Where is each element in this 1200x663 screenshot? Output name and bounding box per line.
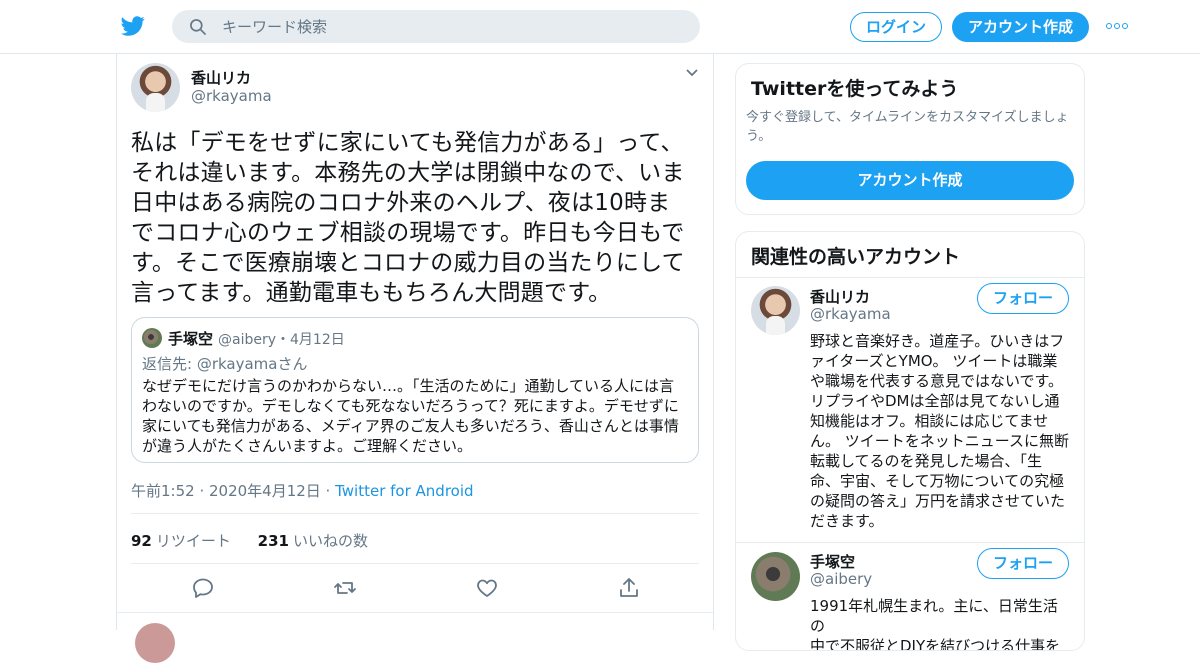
divider bbox=[131, 513, 699, 514]
tweet-actions bbox=[131, 576, 699, 602]
bio-line: 野球と音楽好き。道産子。ひいきはフ bbox=[810, 332, 1065, 350]
tweet-text-line: 私は「デモをせずに家にいても発信力がある」って、 bbox=[131, 130, 684, 156]
more-dots-icon[interactable] bbox=[1106, 18, 1130, 34]
bio-line: リプライやDMは全部は見てないし通 bbox=[810, 392, 1060, 410]
retweet-label: リツイート bbox=[155, 532, 231, 550]
search-input[interactable] bbox=[222, 10, 682, 43]
tweet-column: 香山リカ @rkayama 私は「デモをせずに家にいても発信力がある」って、 そ… bbox=[116, 54, 714, 663]
author-name[interactable]: 香山リカ bbox=[191, 67, 251, 88]
quoted-text: なぜデモにだけ言うのかわからない…。「生活のために」通勤している人には言 わない… bbox=[142, 376, 690, 456]
related-account-tezuka[interactable]: 手塚空 @aibery フォロー 1991年札幌生まれ。主に、日常生活の 中で不… bbox=[736, 543, 1084, 651]
author-handle[interactable]: @rkayama bbox=[191, 87, 272, 105]
like-label: いいねの数 bbox=[292, 532, 368, 550]
avatar[interactable] bbox=[131, 63, 180, 112]
quoted-handle-date: @aibery・4月12日 bbox=[218, 332, 345, 348]
bio-line: ァイターズとYMO。 ツイートは職業 bbox=[810, 352, 1058, 370]
tweet-text-line: でコロナ心のウェブ相談の現場です。昨日も今日もで bbox=[131, 220, 685, 246]
account-bio: 1991年札幌生まれ。主に、日常生活の 中で不服従とDIYを結びつける仕事を bbox=[810, 596, 1072, 651]
bio-line: だきます。 bbox=[810, 512, 884, 530]
quoted-text-line: わないのですか。デモしなくても死なないだろうって？死にますよ。デモせずに bbox=[142, 397, 679, 415]
tweet-text-line: 言ってます。通勤電車ももちろん大問題です。 bbox=[131, 280, 612, 306]
next-tweet-avatar bbox=[135, 623, 175, 663]
quoted-text-line: が違う人がたくさんいますよ。ご理解ください。 bbox=[142, 437, 473, 455]
twitter-bird-icon[interactable] bbox=[120, 14, 146, 38]
share-icon[interactable] bbox=[617, 576, 641, 600]
quoted-text-line: なぜデモにだけ言うのかわからない…。「生活のために」通勤している人には言 bbox=[142, 377, 675, 395]
quoted-avatar bbox=[142, 328, 162, 348]
like-stat[interactable]: 231 いいねの数 bbox=[258, 532, 368, 550]
follow-button[interactable]: フォロー bbox=[977, 548, 1069, 579]
reply-prefix: 返信先: bbox=[142, 355, 197, 373]
bio-line: の疑問の答え」万円を請求させていた bbox=[810, 492, 1066, 510]
tweet-metadata: 午前1:52 · 2020年4月12日 · Twitter for Androi… bbox=[131, 480, 474, 501]
signup-card-description: 今すぐ登録して、タイムラインをカスタマイズしましょ う。 bbox=[746, 108, 1078, 146]
signup-card-description-line: 今すぐ登録して、タイムラインをカスタマイズしましょ bbox=[746, 110, 1069, 125]
search-box[interactable] bbox=[172, 10, 700, 43]
related-account-kayama[interactable]: 香山リカ @rkayama フォロー 野球と音楽好き。道産子。ひいきはフ ァイタ… bbox=[736, 278, 1084, 543]
account-name[interactable]: 手塚空 bbox=[810, 551, 855, 572]
search-icon bbox=[190, 19, 206, 35]
related-accounts-card: 関連性の高いアカウント 香山リカ @rkayama フォロー 野球と音楽好き。道… bbox=[735, 231, 1085, 651]
quoted-text-line: 家にいても発信力がある、メディア界のご友人も多いだろう、香山さんとは事情 bbox=[142, 417, 679, 435]
bio-line: 転載してるのを発見した場合、「生 bbox=[810, 452, 1043, 470]
account-name[interactable]: 香山リカ bbox=[810, 286, 870, 307]
login-button[interactable]: ログイン bbox=[850, 12, 942, 42]
reply-to-handle[interactable]: @rkayamaさん bbox=[197, 355, 308, 373]
signup-card-button[interactable]: アカウント作成 bbox=[746, 161, 1074, 200]
tweet-text-line: それは違います。本務先の大学は閉鎖中なので、いま bbox=[131, 160, 685, 186]
signup-card: Twitterを使ってみよう 今すぐ登録して、タイムラインをカスタマイズしましょ… bbox=[735, 63, 1085, 215]
bio-line: ん。 ツイートをネットニュースに無断 bbox=[810, 432, 1070, 450]
signup-card-title: Twitterを使ってみよう bbox=[751, 78, 959, 100]
tweet-timestamp[interactable]: 午前1:52 · 2020年4月12日 · bbox=[131, 482, 335, 500]
tweet-text: 私は「デモをせずに家にいても発信力がある」って、 それは違います。本務先の大学は… bbox=[131, 128, 701, 308]
tweet-text-line: す。そこで医療崩壊とコロナの威力目の当たりにして bbox=[131, 250, 685, 276]
quoted-author-name: 手塚空 bbox=[168, 330, 214, 348]
next-tweet[interactable] bbox=[117, 612, 713, 663]
tweet-stats: 92 リツイート 231 いいねの数 bbox=[131, 530, 368, 551]
reply-to-line: 返信先: @rkayamaさん bbox=[142, 353, 307, 374]
retweet-icon[interactable] bbox=[333, 576, 357, 600]
bio-line: 知機能はオフ。相談には応じてませ bbox=[810, 412, 1049, 430]
tweet-source-link[interactable]: Twitter for Android bbox=[335, 482, 473, 500]
account-handle[interactable]: @rkayama bbox=[810, 305, 891, 323]
related-accounts-title: 関連性の高いアカウント bbox=[751, 246, 961, 268]
account-handle[interactable]: @aibery bbox=[810, 570, 872, 588]
bio-line: や職場を代表する意見ではないです。 bbox=[810, 372, 1064, 390]
avatar[interactable] bbox=[751, 552, 800, 601]
follow-button[interactable]: フォロー bbox=[977, 283, 1069, 314]
signup-button[interactable]: アカウント作成 bbox=[952, 12, 1089, 42]
bio-line: 中で不服従とDIYを結びつける仕事を bbox=[810, 637, 1061, 651]
account-bio: 野球と音楽好き。道産子。ひいきはフ ァイターズとYMO。 ツイートは職業 や職場… bbox=[810, 331, 1072, 531]
like-icon[interactable] bbox=[475, 576, 499, 600]
like-count: 231 bbox=[257, 532, 289, 550]
avatar[interactable] bbox=[751, 286, 800, 335]
signup-card-description-line: う。 bbox=[746, 129, 772, 144]
chevron-down-icon[interactable] bbox=[685, 68, 699, 78]
divider bbox=[131, 563, 699, 564]
bio-line: 命、宇宙、そして万物についての究極 bbox=[810, 472, 1065, 490]
retweet-count: 92 bbox=[131, 532, 152, 550]
top-navigation-bar: ログイン アカウント作成 bbox=[0, 0, 1200, 54]
tweet-text-line: 日中はある病院のコロナ外来のヘルプ、夜は10時ま bbox=[131, 190, 671, 216]
reply-icon[interactable] bbox=[191, 576, 215, 600]
quoted-tweet[interactable]: 手塚空 @aibery・4月12日 返信先: @rkayamaさん なぜデモにだ… bbox=[131, 317, 699, 463]
bio-line: 1991年札幌生まれ。主に、日常生活の bbox=[810, 597, 1058, 635]
retweet-stat[interactable]: 92 リツイート bbox=[131, 532, 231, 550]
